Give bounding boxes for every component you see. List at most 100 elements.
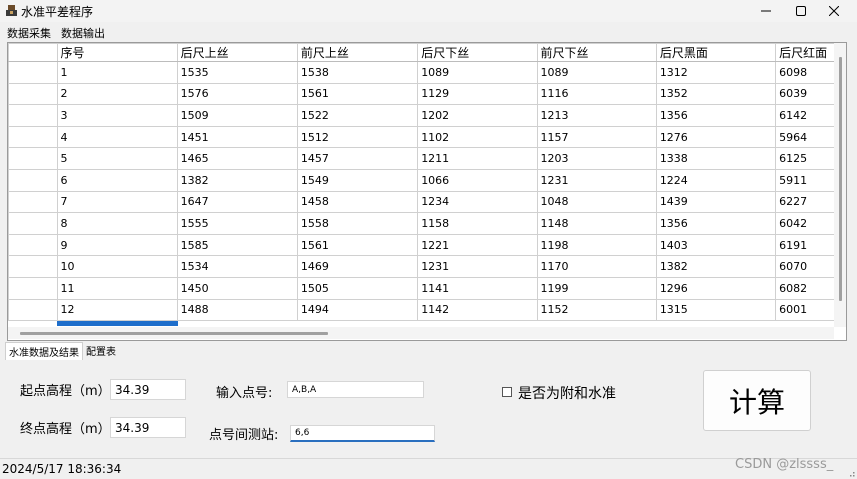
row-header[interactable]	[8, 276, 58, 300]
table-cell[interactable]: 1488	[176, 298, 298, 322]
table-cell[interactable]: 1141	[417, 276, 538, 300]
table-cell[interactable]: 1512	[296, 125, 419, 149]
table-cell[interactable]: 1505	[296, 276, 419, 300]
table-cell[interactable]: 1089	[536, 61, 657, 84]
row-header[interactable]	[8, 61, 58, 84]
table-cell[interactable]: 1451	[176, 125, 298, 149]
data-grid[interactable]: 序号 后尺上丝 前尺上丝 后尺下丝 前尺下丝 后尺黑面 后尺红面 1 1535 1538 1089…	[7, 42, 847, 341]
column-header[interactable]: 后尺上丝	[176, 43, 298, 62]
close-button[interactable]	[811, 0, 857, 22]
table-cell[interactable]: 1558	[296, 212, 419, 235]
table-cell[interactable]: 1338	[655, 147, 777, 170]
table-cell[interactable]: 1158	[417, 212, 538, 235]
table-cell[interactable]: 12	[56, 298, 178, 322]
table-cell[interactable]: 1561	[296, 82, 419, 106]
table-cell[interactable]: 1538	[296, 61, 419, 84]
table-cell[interactable]: 1199	[536, 276, 657, 300]
table-cell[interactable]: 1469	[296, 255, 419, 278]
table-cell[interactable]: 1202	[417, 104, 538, 127]
row-header[interactable]	[8, 168, 58, 192]
table-cell[interactable]: 1457	[296, 147, 419, 170]
column-header[interactable]: 前尺下丝	[536, 43, 657, 62]
table-cell[interactable]: 6	[56, 168, 178, 192]
table-cell[interactable]: 1048	[536, 190, 657, 214]
attached-leveling-checkbox[interactable]	[502, 387, 512, 397]
table-row[interactable]: 1 1535 1538 1089 1089 1312 6098	[8, 61, 846, 84]
column-header[interactable]: 序号	[56, 43, 178, 62]
table-cell[interactable]: 1561	[296, 233, 419, 257]
table-row[interactable]: 12 1488 1494 1142 1152 1315 6001	[8, 298, 846, 322]
row-header[interactable]	[8, 255, 58, 278]
table-cell[interactable]: 1198	[536, 233, 657, 257]
table-cell[interactable]: 1382	[176, 168, 298, 192]
table-cell[interactable]: 1	[56, 61, 178, 84]
start-elevation-input[interactable]: 34.39	[110, 379, 186, 400]
table-cell[interactable]: 1509	[176, 104, 298, 127]
attached-leveling-label[interactable]: 是否为附和水准	[518, 383, 616, 403]
table-cell[interactable]: 1458	[296, 190, 419, 214]
table-cell[interactable]: 1522	[296, 104, 419, 127]
table-cell[interactable]: 1312	[655, 61, 777, 84]
table-cell[interactable]: 1450	[176, 276, 298, 300]
table-cell[interactable]: 1213	[536, 104, 657, 127]
table-cell[interactable]: 1315	[655, 298, 777, 322]
table-cell[interactable]: 1170	[536, 255, 657, 278]
table-cell[interactable]: 2	[56, 82, 178, 106]
table-cell[interactable]: 1352	[655, 82, 777, 106]
table-row[interactable]: 2 1576 1561 1129 1116 1352 6039	[8, 82, 846, 106]
row-header[interactable]	[8, 212, 58, 235]
table-row[interactable]: 10 1534 1469 1231 1170 1382 6070	[8, 255, 846, 278]
table-row[interactable]: 4 1451 1512 1102 1157 1276 5964	[8, 125, 846, 149]
table-cell[interactable]: 1356	[655, 104, 777, 127]
table-cell[interactable]: 1382	[655, 255, 777, 278]
vertical-scroll-thumb[interactable]	[839, 57, 842, 301]
table-cell[interactable]: 1102	[417, 125, 538, 149]
column-header[interactable]: 后尺黑面	[655, 43, 777, 62]
row-header[interactable]	[8, 125, 58, 149]
point-number-input[interactable]: A,B,A	[287, 381, 424, 398]
resize-grip-icon[interactable]	[847, 469, 855, 477]
table-cell[interactable]: 1157	[536, 125, 657, 149]
table-cell[interactable]: 1116	[536, 82, 657, 106]
table-row[interactable]: 9 1585 1561 1221 1198 1403 6191	[8, 233, 846, 257]
row-header[interactable]	[8, 233, 58, 257]
table-cell[interactable]: 1403	[655, 233, 777, 257]
table-row[interactable]: 3 1509 1522 1202 1213 1356 6142	[8, 104, 846, 127]
table-cell[interactable]: 1647	[176, 190, 298, 214]
table-cell[interactable]: 1221	[417, 233, 538, 257]
table-cell[interactable]: 1549	[296, 168, 419, 192]
tab-level-data-results[interactable]: 水准数据及结果	[5, 342, 83, 360]
table-cell[interactable]: 1555	[176, 212, 298, 235]
table-cell[interactable]: 1585	[176, 233, 298, 257]
table-row[interactable]: 7 1647 1458 1234 1048 1439 6227	[8, 190, 846, 214]
table-cell[interactable]: 1234	[417, 190, 538, 214]
row-header[interactable]	[8, 190, 58, 214]
table-cell[interactable]: 5	[56, 147, 178, 170]
table-cell[interactable]: 1276	[655, 125, 777, 149]
menu-data-collection[interactable]: 数据采集	[7, 25, 51, 41]
row-header[interactable]	[8, 298, 58, 322]
table-cell[interactable]: 4	[56, 125, 178, 149]
table-cell[interactable]: 1211	[417, 147, 538, 170]
station-count-input[interactable]: 6,6	[290, 425, 435, 442]
column-header[interactable]: 前尺上丝	[296, 43, 419, 62]
table-row[interactable]: 11 1450 1505 1141 1199 1296 6082	[8, 276, 846, 300]
table-cell[interactable]: 1465	[176, 147, 298, 170]
table-cell[interactable]: 1356	[655, 212, 777, 235]
table-cell[interactable]: 1152	[536, 298, 657, 322]
row-header[interactable]	[8, 104, 58, 127]
table-cell[interactable]: 1142	[417, 298, 538, 322]
table-cell[interactable]: 3	[56, 104, 178, 127]
table-cell[interactable]: 1296	[655, 276, 777, 300]
table-cell[interactable]: 1231	[536, 168, 657, 192]
table-cell[interactable]: 1224	[655, 168, 777, 192]
table-cell[interactable]: 1576	[176, 82, 298, 106]
table-cell[interactable]: 1534	[176, 255, 298, 278]
table-row[interactable]: 8 1555 1558 1158 1148 1356 6042	[8, 212, 846, 235]
table-cell[interactable]: 1066	[417, 168, 538, 192]
table-row[interactable]: 5 1465 1457 1211 1203 1338 6125	[8, 147, 846, 170]
table-cell[interactable]: 1535	[176, 61, 298, 84]
table-cell[interactable]: 9	[56, 233, 178, 257]
horizontal-scroll-thumb[interactable]	[20, 332, 328, 335]
end-elevation-input[interactable]: 34.39	[110, 417, 186, 438]
